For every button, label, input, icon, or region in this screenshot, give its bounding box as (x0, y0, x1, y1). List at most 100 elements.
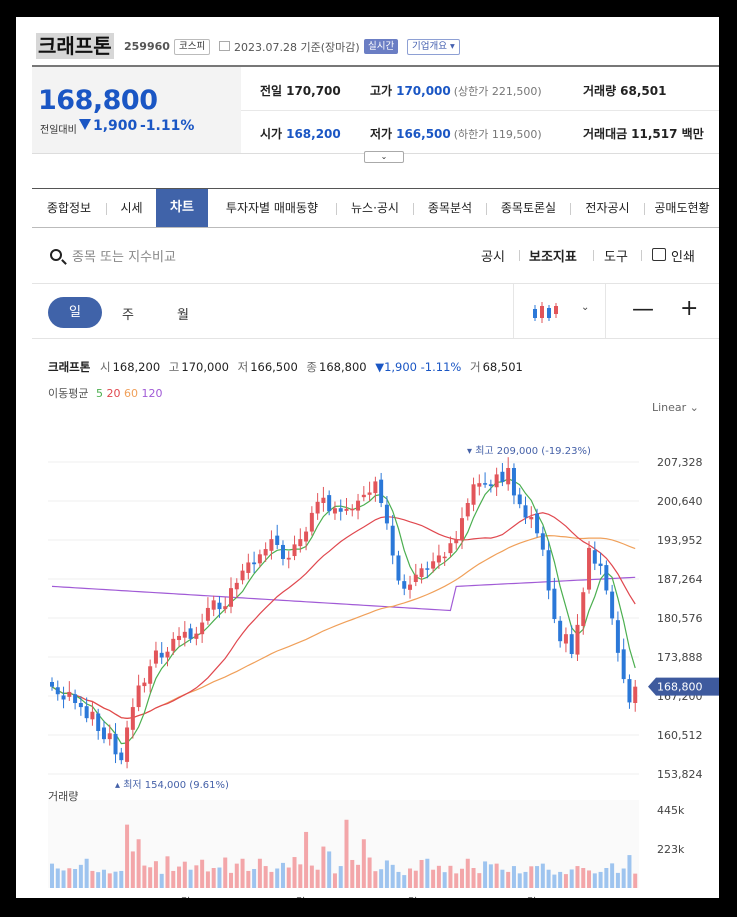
volume-bar (252, 868, 257, 888)
candle-body (153, 650, 158, 664)
stat-label: 거래량 (583, 84, 617, 98)
ma-period-5[interactable]: 5 (96, 387, 107, 400)
volume-bar (280, 862, 285, 888)
tab-analysis[interactable]: 종목분석 (414, 189, 486, 227)
period-week-button[interactable]: 주 (122, 304, 134, 323)
candle-body (569, 634, 574, 655)
volume-label: 거래량 (48, 790, 79, 803)
stat-label: 시가 (260, 127, 283, 141)
tab-chart[interactable]: 차트 (156, 189, 208, 227)
candle-body (610, 591, 615, 619)
candle-body (304, 531, 309, 542)
x-tick-label: 5월 (288, 896, 305, 898)
indicators-button[interactable]: 보조지표 (529, 246, 577, 265)
candle-body (511, 467, 516, 496)
volume-bar (315, 869, 320, 888)
candle-body (96, 713, 101, 731)
scale-label: Linear (652, 401, 687, 414)
compare-search-input[interactable]: 종목 또는 지수비교 (72, 246, 176, 265)
volume-bar (390, 864, 395, 888)
tab-disclosure[interactable]: 전자공시 (571, 189, 644, 227)
candle-body (454, 539, 459, 544)
volume-bar (304, 831, 309, 888)
candle-body (431, 561, 436, 569)
volume-bar (511, 866, 516, 888)
stat-open: 시가 168,200 (260, 125, 341, 142)
scale-selector[interactable]: Linear ⌄ (652, 401, 699, 414)
candle-body (171, 638, 176, 651)
divider (32, 338, 719, 339)
candlestick-icon (533, 302, 558, 323)
disclosure-button[interactable]: 공시 (481, 246, 505, 265)
zoom-in-button[interactable]: + (680, 296, 698, 321)
drawing-tools-button[interactable]: 도구 (604, 246, 628, 265)
candle-body (419, 568, 424, 578)
candle-body (73, 694, 78, 703)
info-high-label: 고 (168, 360, 180, 374)
period-day-button[interactable]: 일 (48, 297, 102, 328)
chevron-down-icon[interactable]: ⌄ (581, 302, 589, 313)
volume-bar (148, 867, 153, 888)
volume-bar (477, 873, 482, 888)
ma-period-60[interactable]: 60 (124, 387, 142, 400)
volume-bar (84, 858, 89, 888)
candlestick-chart[interactable]: 207,328 200,640 193,952 187,264 180,576 173,8… (32, 422, 719, 898)
volume-bar (286, 867, 291, 888)
stat-label: 저가 (370, 127, 393, 141)
realtime-badge[interactable]: 실시간 (364, 39, 399, 54)
candle-body (350, 508, 355, 511)
ma-period-20[interactable]: 20 (106, 387, 124, 400)
zoom-out-button[interactable]: — (632, 297, 654, 322)
candle-body (615, 620, 620, 653)
volume-bar (558, 871, 563, 888)
tab-quotes[interactable]: 시세 (107, 189, 156, 227)
volume-bar (159, 873, 164, 888)
tab-discussion[interactable]: 종목토론실 (487, 189, 570, 227)
x-tick-label: 14 (576, 896, 590, 898)
candle-body (517, 494, 522, 505)
expand-chevron-icon[interactable]: ⌄ (364, 151, 404, 163)
volume-bar (165, 856, 170, 888)
candle-body (55, 687, 60, 695)
volume-bar (263, 866, 268, 888)
stat-value: 68,501 (620, 84, 667, 98)
candle-body (465, 502, 470, 517)
tool-separator (519, 250, 520, 261)
candle-body (500, 471, 505, 482)
tab-news[interactable]: 뉴스·공시 (337, 189, 413, 227)
x-tick-label: 6월 (400, 896, 417, 898)
volume-bar (96, 872, 101, 888)
tab-short-selling[interactable]: 공매도현황 (645, 189, 719, 227)
volume-bar (563, 874, 568, 888)
volume-bar (257, 858, 262, 888)
calendar-icon (219, 41, 230, 51)
change-rate: -1.11% (140, 118, 195, 134)
candle-body (188, 628, 193, 639)
search-icon[interactable] (50, 249, 62, 261)
tab-investor-trend[interactable]: 투자자별 매매동향 (208, 189, 336, 227)
ma-period-120[interactable]: 120 (141, 387, 162, 400)
max-price-annotation: ▾ 최고 209,000 (-19.23%) (467, 445, 591, 457)
current-price: 168,800 (38, 85, 158, 116)
volume-bar (379, 869, 384, 888)
volume-bar (500, 869, 505, 888)
candle-body (604, 565, 609, 591)
volume-bar (431, 869, 436, 888)
info-volume: 68,501 (482, 360, 523, 374)
candle-body (558, 620, 563, 642)
print-button[interactable]: 인쇄 (671, 246, 695, 265)
candle-body (402, 581, 407, 589)
candle-body (442, 556, 447, 559)
info-open: 168,200 (112, 360, 161, 374)
company-overview-button[interactable]: 기업개요 ▾ (407, 39, 460, 55)
volume-bar (275, 868, 280, 888)
volume-bar (535, 866, 540, 888)
print-icon[interactable] (652, 248, 666, 261)
chart-type-selector[interactable] (513, 284, 606, 338)
period-month-button[interactable]: 월 (177, 304, 189, 323)
candle-body (223, 606, 228, 610)
info-low-label: 저 (237, 360, 249, 374)
volume-bar (223, 857, 228, 888)
tab-overview[interactable]: 종합정보 (32, 189, 106, 227)
candle-body (107, 733, 112, 740)
